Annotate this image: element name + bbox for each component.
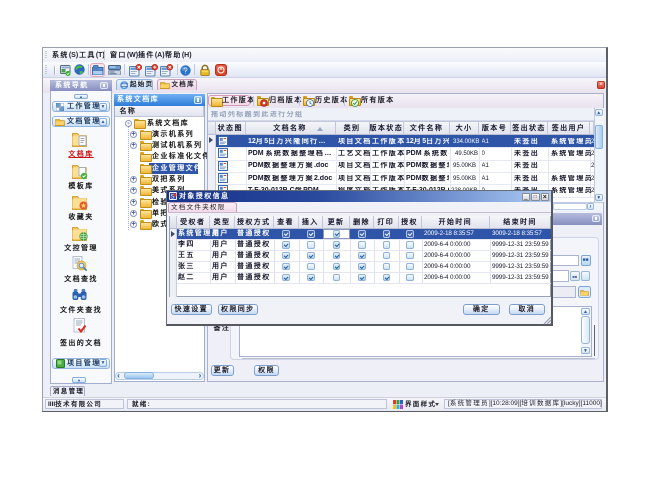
svg-text:?: ?	[183, 66, 188, 75]
